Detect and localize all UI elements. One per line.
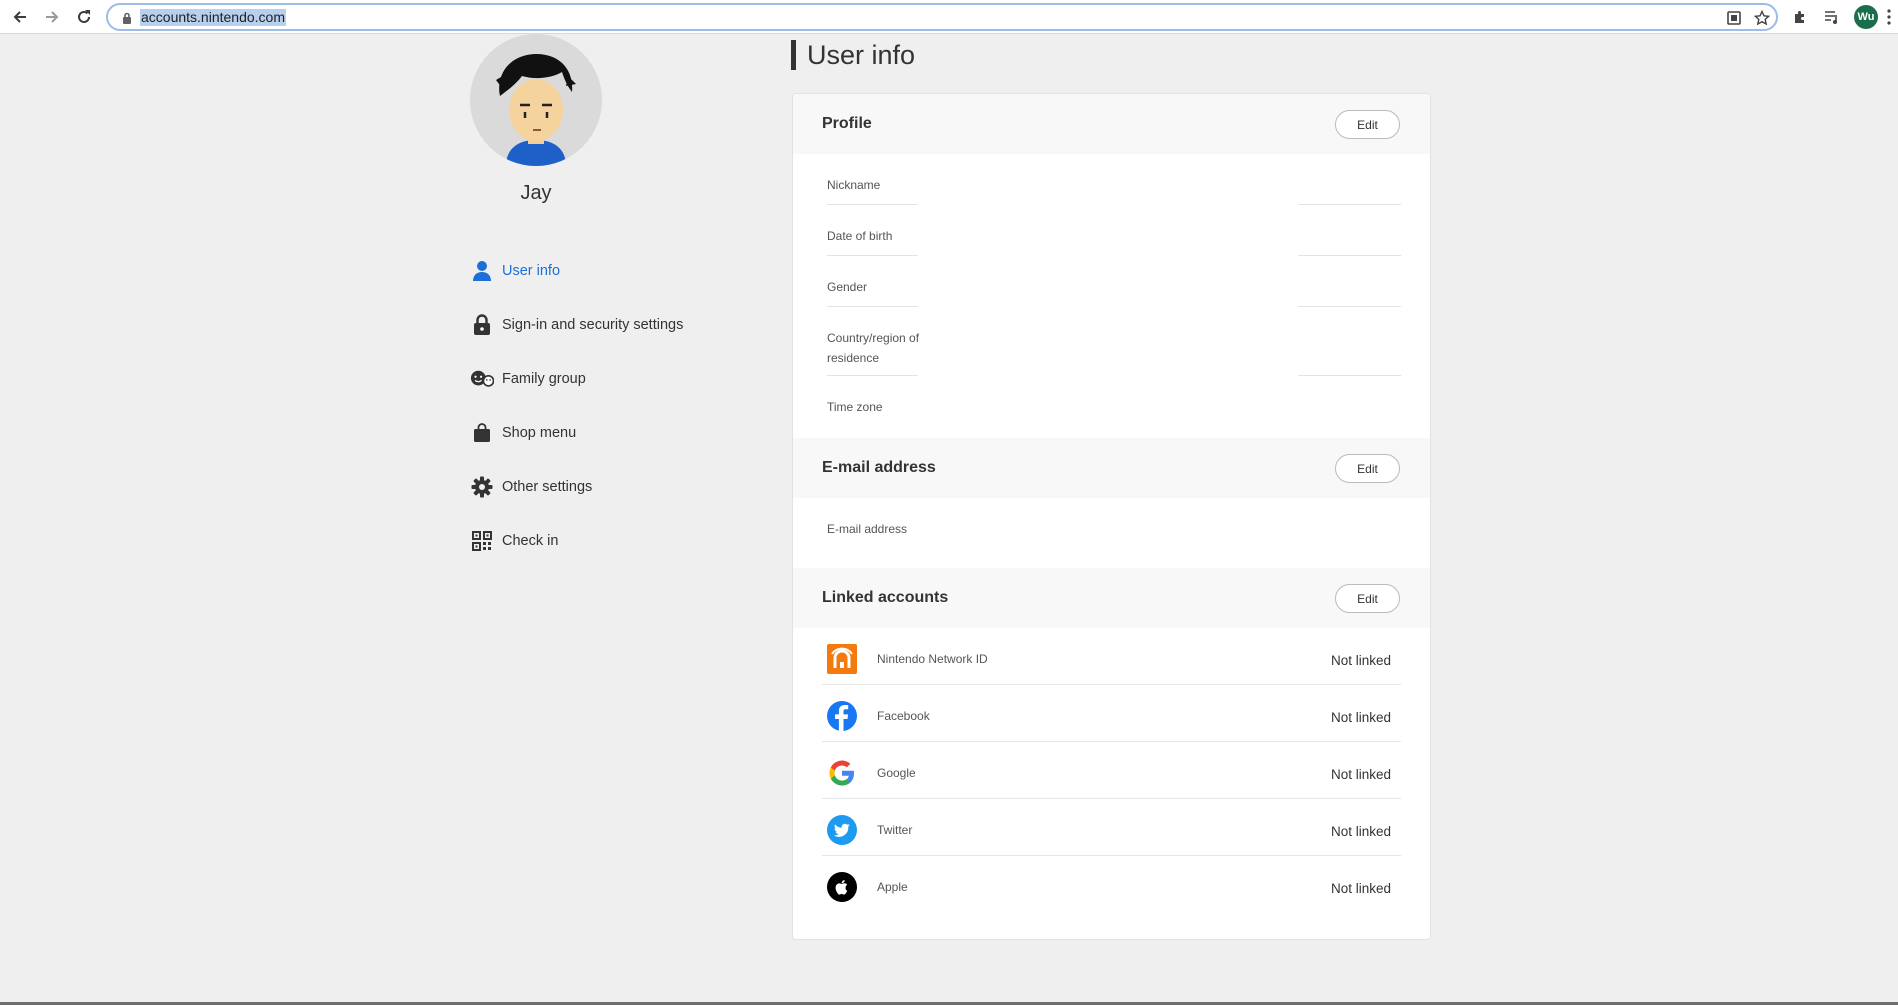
sidebar-item-label: Check in [502, 533, 559, 549]
linked-account-status: Not linked [1330, 824, 1391, 839]
apple-icon [827, 872, 857, 902]
family-icon [470, 367, 494, 391]
profile-field-nickname: Nickname [793, 154, 1430, 205]
address-bar[interactable]: accounts.nintendo.com [106, 3, 1778, 31]
field-label: Time zone [827, 400, 883, 414]
sidebar-item-family-group[interactable]: Family group [470, 352, 730, 406]
field-label: E-mail address [827, 522, 908, 536]
profile-field-date-of-birth: Date of birth [793, 205, 1430, 256]
linked-account-name: Apple [877, 880, 908, 894]
sidebar-item-label: Other settings [502, 479, 593, 495]
linked-account-name: Nintendo Network ID [877, 652, 988, 666]
linked-account-row: Nintendo Network ID Not linked [822, 628, 1401, 685]
sidebar-item-label: Shop menu [502, 425, 577, 441]
email-section-title: E-mail address [822, 459, 936, 476]
linked-account-status: Not linked [1330, 710, 1391, 725]
sidebar-item-sign-in-security[interactable]: Sign-in and security settings [470, 298, 730, 352]
avatar [470, 34, 602, 166]
email-edit-button[interactable]: Edit [1335, 454, 1400, 483]
lock-icon [470, 313, 494, 337]
sidebar-nav: User info Sign-in and security settings … [470, 244, 730, 568]
app-install-icon[interactable] [1726, 10, 1742, 26]
linked-accounts-section-header: Linked accounts Edit [793, 568, 1430, 628]
twitter-icon [827, 815, 857, 845]
email-field: E-mail address [793, 498, 1430, 568]
user-name: Jay [520, 182, 552, 204]
linked-account-name: Facebook [877, 709, 930, 723]
browser-profile-avatar[interactable]: Wu [1854, 5, 1878, 29]
user-info-card: Profile Edit Nickname Date of birth Gend… [792, 93, 1431, 940]
sidebar-item-check-in[interactable]: Check in [470, 514, 730, 568]
back-arrow-icon[interactable] [9, 6, 31, 28]
gear-icon [470, 475, 494, 499]
url-text[interactable]: accounts.nintendo.com [140, 9, 286, 26]
browser-toolbar: accounts.nintendo.com Wu [0, 0, 1898, 34]
profile-field-time-zone: Time zone [793, 376, 1430, 438]
sidebar-item-label: Sign-in and security settings [502, 317, 684, 333]
sidebar-item-shop-menu[interactable]: Shop menu [470, 406, 730, 460]
sidebar-item-other-settings[interactable]: Other settings [470, 460, 730, 514]
sidebar-item-label: User info [502, 263, 561, 279]
qr-code-icon [470, 529, 494, 553]
profile-section-header: Profile Edit [793, 94, 1430, 154]
google-icon [827, 758, 857, 788]
linked-account-row: Twitter Not linked [822, 799, 1401, 856]
browser-menu-icon[interactable] [1886, 8, 1892, 31]
lock-icon [122, 11, 132, 29]
linked-account-status: Not linked [1330, 653, 1391, 668]
field-label: Date of birth [827, 229, 893, 243]
media-queue-icon[interactable] [1822, 7, 1842, 27]
field-label: Nickname [827, 178, 881, 192]
email-section-header: E-mail address Edit [793, 438, 1430, 498]
forward-arrow-icon[interactable] [41, 6, 63, 28]
linked-account-status: Not linked [1330, 767, 1391, 782]
nintendo-network-icon [827, 644, 857, 674]
sidebar-item-user-info[interactable]: User info [470, 244, 730, 298]
reload-icon[interactable] [73, 6, 95, 28]
profile-field-country: Country/region of residence [793, 307, 1430, 376]
user-icon [470, 259, 494, 283]
field-label: Gender [827, 280, 868, 294]
linked-account-name: Twitter [877, 823, 913, 837]
linked-accounts-edit-button[interactable]: Edit [1335, 584, 1400, 613]
page-title: User info [791, 40, 915, 70]
facebook-icon [827, 701, 857, 731]
linked-account-row: Google Not linked [822, 742, 1401, 799]
extensions-puzzle-icon[interactable] [1790, 7, 1810, 27]
profile-section-title: Profile [822, 115, 872, 132]
field-label: Country/region of residence [827, 331, 920, 365]
sidebar-item-label: Family group [502, 371, 586, 387]
bookmark-star-icon[interactable] [1753, 9, 1771, 26]
linked-account-status: Not linked [1330, 881, 1391, 896]
linked-accounts-section-title: Linked accounts [822, 589, 949, 606]
linked-account-row: Apple Not linked [822, 856, 1401, 913]
profile-field-gender: Gender [793, 256, 1430, 307]
linked-account-row: Facebook Not linked [822, 685, 1401, 742]
profile-edit-button[interactable]: Edit [1335, 110, 1400, 139]
linked-account-name: Google [877, 766, 916, 780]
shopping-bag-icon [470, 421, 494, 445]
